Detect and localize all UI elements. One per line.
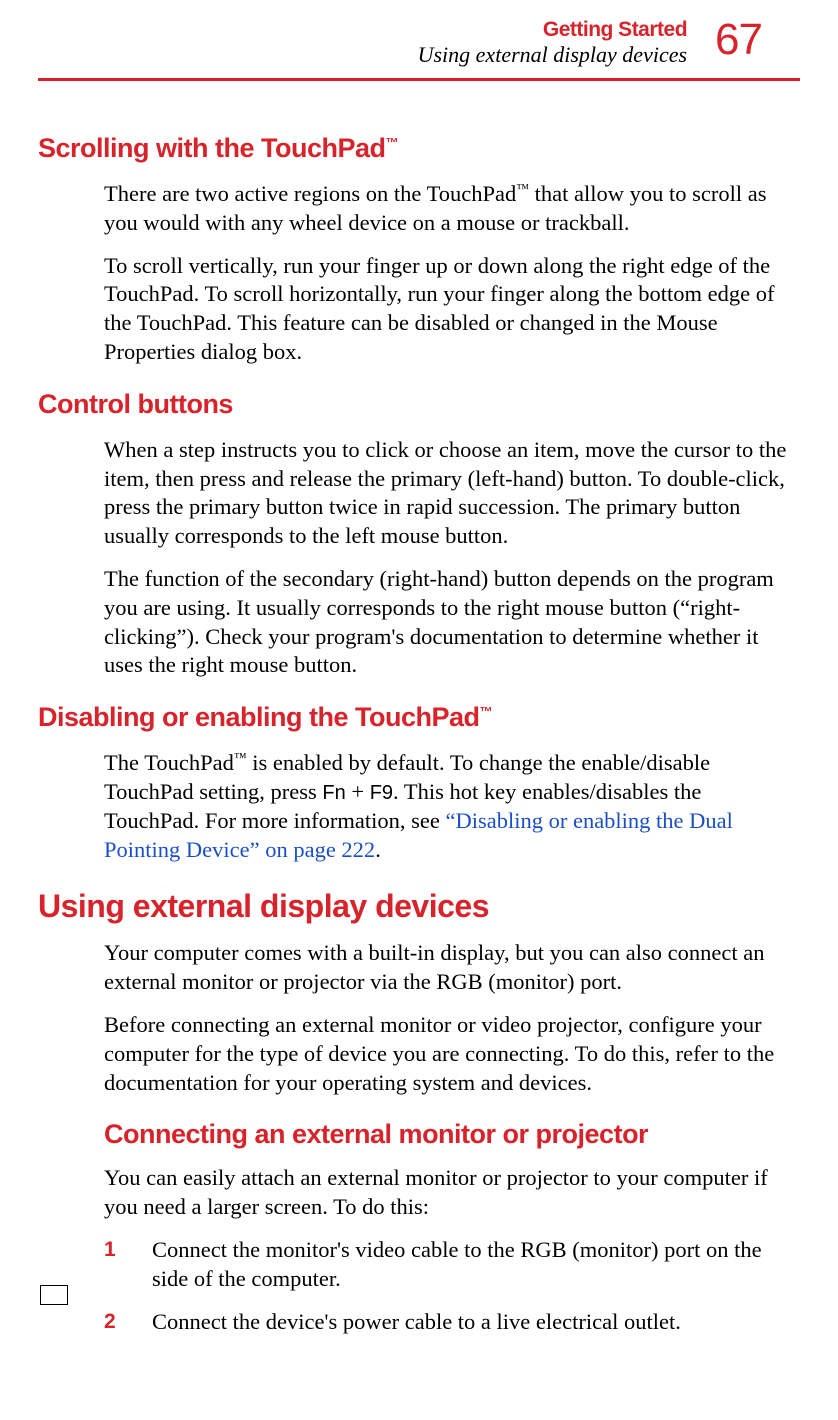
- monitor-icon: [40, 1285, 68, 1305]
- step-text: Connect the monitor's video cable to the…: [152, 1236, 800, 1294]
- body-paragraph: There are two active regions on the Touc…: [104, 180, 800, 238]
- heading-disabling-touchpad: Disabling or enabling the TouchPad™: [38, 702, 800, 733]
- page-number: 67: [715, 18, 762, 62]
- step-item: 2 Connect the device's power cable to a …: [104, 1308, 800, 1337]
- text-fragment: There are two active regions on the Touc…: [104, 181, 516, 206]
- text-fragment: The TouchPad: [104, 750, 234, 775]
- step-item: 1 Connect the monitor's video cable to t…: [104, 1236, 800, 1294]
- trademark-symbol: ™: [480, 704, 493, 719]
- body-paragraph: Before connecting an external monitor or…: [104, 1011, 800, 1097]
- step-text: Connect the device's power cable to a li…: [152, 1308, 681, 1337]
- page-content: Scrolling with the TouchPad™ There are t…: [0, 81, 838, 1336]
- header-text-block: Getting Started Using external display d…: [418, 18, 687, 68]
- key-label: Fn: [322, 782, 345, 804]
- heading-text: Scrolling with the TouchPad: [38, 133, 386, 163]
- body-paragraph: The TouchPad™ is enabled by default. To …: [104, 749, 800, 864]
- body-paragraph: To scroll vertically, run your finger up…: [104, 252, 800, 367]
- heading-connecting-monitor: Connecting an external monitor or projec…: [104, 1119, 800, 1150]
- body-paragraph: The function of the secondary (right-han…: [104, 565, 800, 680]
- heading-scrolling-touchpad: Scrolling with the TouchPad™: [38, 133, 800, 164]
- body-paragraph: When a step instructs you to click or ch…: [104, 436, 800, 551]
- chapter-title: Getting Started: [418, 18, 687, 42]
- trademark-symbol: ™: [516, 181, 529, 196]
- text-fragment: .: [375, 837, 381, 862]
- header-row: Getting Started Using external display d…: [38, 18, 762, 68]
- chapter-subtitle: Using external display devices: [418, 42, 687, 68]
- heading-external-display: Using external display devices: [38, 888, 800, 925]
- body-paragraph: Your computer comes with a built-in disp…: [104, 939, 800, 997]
- heading-control-buttons: Control buttons: [38, 389, 800, 420]
- step-number: 2: [104, 1308, 152, 1334]
- numbered-steps: 1 Connect the monitor's video cable to t…: [104, 1236, 800, 1336]
- page-header: Getting Started Using external display d…: [38, 0, 800, 81]
- step-number: 1: [104, 1236, 152, 1262]
- text-fragment: +: [346, 779, 370, 804]
- body-paragraph: You can easily attach an external monito…: [104, 1164, 800, 1222]
- key-label: F9: [370, 782, 393, 804]
- trademark-symbol: ™: [234, 750, 247, 765]
- heading-text: Disabling or enabling the TouchPad: [38, 702, 480, 732]
- trademark-symbol: ™: [386, 135, 399, 150]
